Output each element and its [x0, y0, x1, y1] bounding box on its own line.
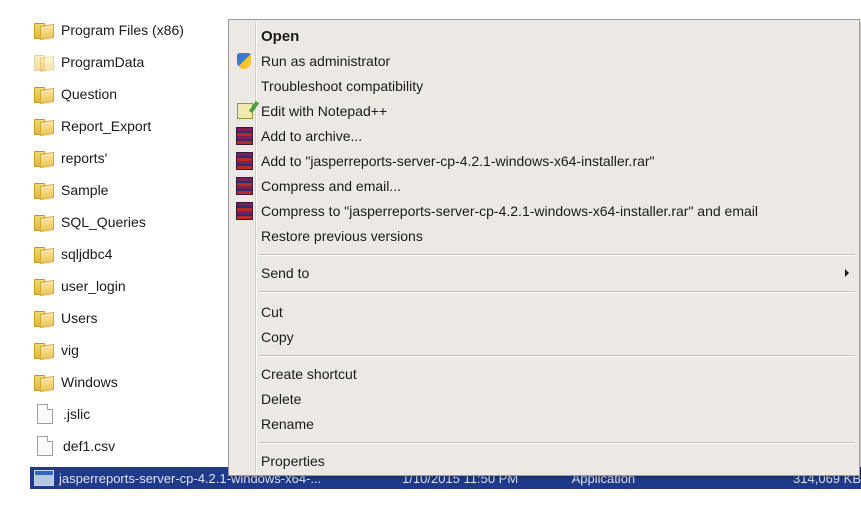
list-item[interactable]: Users — [34, 305, 98, 331]
menu-separator — [259, 442, 855, 443]
menu-item-label: Add to "jasperreports-server-cp-4.2.1-wi… — [261, 153, 655, 169]
file-icon — [37, 404, 53, 424]
menu-separator — [259, 254, 855, 255]
list-item[interactable]: Report_Export — [34, 113, 151, 139]
list-item[interactable]: reports' — [34, 145, 107, 171]
file-name: Sample — [61, 182, 109, 198]
application-icon — [34, 470, 54, 486]
menu-item-restore-previous-versions[interactable]: Restore previous versions — [231, 224, 857, 248]
submenu-arrow-icon — [845, 269, 849, 277]
file-name: def1.csv — [63, 438, 116, 454]
file-name: Report_Export — [61, 118, 152, 134]
menu-item-properties[interactable]: Properties — [231, 449, 857, 473]
folder-icon — [34, 182, 54, 200]
list-item[interactable]: Sample — [34, 177, 108, 203]
list-item[interactable]: Program Files (x86) — [34, 17, 184, 43]
list-item[interactable]: def1.csv — [34, 433, 115, 459]
menu-separator — [259, 291, 855, 292]
folder-icon — [34, 374, 54, 392]
list-item[interactable]: Windows — [34, 369, 118, 395]
list-item[interactable]: vig — [34, 337, 79, 363]
notepad-icon — [237, 103, 253, 119]
folder-icon — [34, 22, 54, 40]
file-name: user_login — [61, 278, 126, 294]
menu-item-compress-and-email[interactable]: Compress and email... — [231, 174, 857, 198]
file-name: Question — [61, 86, 118, 102]
folder-icon — [34, 118, 54, 136]
file-name: sqljdbc4 — [61, 246, 113, 262]
menu-item-label: Open — [261, 27, 300, 45]
file-name: vig — [61, 342, 79, 358]
list-item[interactable]: sqljdbc4 — [34, 241, 112, 267]
file-name: Users — [61, 310, 98, 326]
file-name: reports' — [61, 150, 108, 166]
menu-item-label: Properties — [261, 453, 325, 469]
rar-icon — [236, 127, 253, 145]
rar-icon — [236, 202, 253, 220]
menu-item-add-to-rar[interactable]: Add to "jasperreports-server-cp-4.2.1-wi… — [231, 149, 857, 173]
menu-separator — [259, 355, 855, 356]
menu-item-delete[interactable]: Delete — [231, 387, 857, 411]
menu-item-label: Copy — [261, 329, 294, 345]
menu-item-label: Delete — [261, 391, 302, 407]
file-icon — [37, 436, 53, 456]
menu-item-add-to-archive[interactable]: Add to archive... — [231, 124, 857, 148]
menu-item-copy[interactable]: Copy — [231, 325, 857, 349]
menu-item-label: Restore previous versions — [261, 228, 423, 244]
menu-item-run-as-administrator[interactable]: Run as administrator — [231, 49, 857, 73]
file-name: ProgramData — [61, 54, 145, 70]
menu-item-create-shortcut[interactable]: Create shortcut — [231, 362, 857, 386]
rar-icon — [236, 152, 253, 170]
menu-item-compress-to-rar-and-email[interactable]: Compress to "jasperreports-server-cp-4.2… — [231, 199, 857, 223]
menu-item-label: Troubleshoot compatibility — [261, 78, 424, 94]
list-item[interactable]: user_login — [34, 273, 126, 299]
menu-item-label: Add to archive... — [261, 128, 363, 144]
menu-item-edit-with-notepad[interactable]: Edit with Notepad++ — [231, 99, 857, 123]
folder-icon — [34, 342, 54, 360]
folder-icon — [34, 214, 54, 232]
menu-item-label: Rename — [261, 416, 314, 432]
menu-item-label: Create shortcut — [261, 366, 357, 382]
context-menu: Open Run as administrator Troubleshoot c… — [228, 19, 860, 476]
menu-item-label: Cut — [261, 304, 283, 320]
list-item[interactable]: .jslic — [34, 401, 90, 427]
menu-item-cut[interactable]: Cut — [231, 300, 857, 324]
folder-icon — [34, 310, 54, 328]
rar-icon — [236, 177, 253, 195]
menu-item-label: Send to — [261, 265, 310, 281]
file-name: Windows — [61, 374, 118, 390]
menu-item-send-to[interactable]: Send to — [231, 261, 857, 285]
menu-item-label: Edit with Notepad++ — [261, 103, 388, 119]
menu-item-label: Run as administrator — [261, 53, 391, 69]
folder-icon — [34, 278, 54, 296]
file-name: Program Files (x86) — [61, 22, 184, 38]
menu-item-open[interactable]: Open — [231, 24, 857, 48]
folder-icon — [34, 86, 54, 104]
list-item[interactable]: Question — [34, 81, 117, 107]
file-name: SQL_Queries — [61, 214, 146, 230]
menu-item-troubleshoot-compatibility[interactable]: Troubleshoot compatibility — [231, 74, 857, 98]
file-name: .jslic — [63, 406, 91, 422]
folder-icon — [34, 246, 54, 264]
folder-icon — [34, 150, 54, 168]
list-item[interactable]: SQL_Queries — [34, 209, 146, 235]
shield-icon — [237, 53, 251, 69]
menu-item-rename[interactable]: Rename — [231, 412, 857, 436]
menu-item-label: Compress and email... — [261, 178, 402, 194]
menu-item-label: Compress to "jasperreports-server-cp-4.2… — [261, 203, 759, 219]
folder-icon — [34, 54, 54, 72]
list-item[interactable]: ProgramData — [34, 49, 144, 75]
